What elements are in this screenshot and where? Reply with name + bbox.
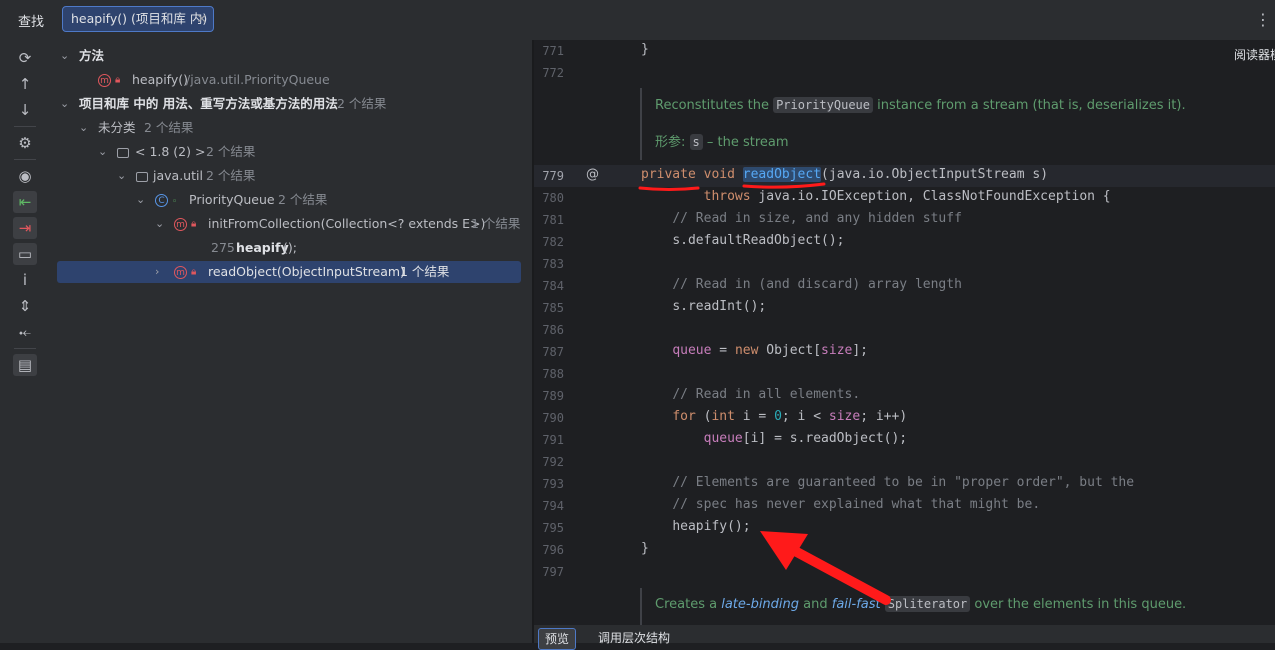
line-number: 786 bbox=[542, 323, 564, 337]
code-line: throws java.io.IOException, ClassNotFoun… bbox=[703, 189, 1111, 204]
tab-call-hierarchy[interactable]: 调用层次结构 bbox=[592, 628, 676, 648]
method-icon: m bbox=[174, 218, 187, 231]
lock-icon: 🔒︎ bbox=[190, 266, 197, 278]
line-number: 795 bbox=[542, 521, 564, 535]
code-line: // Elements are guaranteed to be in "pro… bbox=[672, 475, 1135, 490]
tree-node-initfromcollection[interactable]: ⌄ m 🔒︎ initFromCollection(Collection<? e… bbox=[46, 213, 526, 235]
tree-node-usage-line[interactable]: 275 heapify (); bbox=[46, 237, 526, 259]
info-icon[interactable]: i bbox=[13, 269, 37, 291]
javadoc-param: 形参: s – the stream bbox=[655, 134, 789, 150]
tree-node-readobject[interactable]: › m 🔒︎ readObject(ObjectInputStream) 1 个… bbox=[46, 261, 526, 283]
tree-node-jdk[interactable]: ⌄ < 1.8 (2) > 2 个结果 bbox=[46, 141, 526, 163]
folder-icon[interactable]: ▭ bbox=[13, 243, 37, 265]
tab-label: heapify() (项目和库 内) bbox=[71, 11, 208, 26]
line-number: 793 bbox=[542, 477, 564, 491]
line-number: 783 bbox=[542, 257, 564, 271]
reader-mode-label[interactable]: 阅读器模式 bbox=[1234, 46, 1275, 63]
line-number: 779 bbox=[542, 169, 564, 183]
collapse-icon[interactable]: ⤝ bbox=[13, 321, 37, 343]
method-icon: m bbox=[98, 74, 111, 87]
line-number: 782 bbox=[542, 235, 564, 249]
chevron-down-icon[interactable]: ⌄ bbox=[60, 45, 69, 67]
refresh-icon[interactable]: ⟳ bbox=[13, 47, 37, 69]
line-number: 789 bbox=[542, 389, 564, 403]
code-line-heapify-call: heapify(); bbox=[672, 519, 751, 534]
chevron-down-icon[interactable]: ⌄ bbox=[155, 213, 164, 235]
library-icon bbox=[117, 147, 129, 158]
code-line: // Read in size, and any hidden stuff bbox=[672, 211, 962, 226]
line-number: 785 bbox=[542, 301, 564, 315]
chevron-down-icon[interactable]: ⌄ bbox=[79, 117, 88, 139]
code-line: for (int i = 0; i < size; i++) bbox=[672, 409, 908, 424]
lock-icon: 🔒︎ bbox=[114, 74, 121, 86]
close-icon[interactable]: ✕ bbox=[197, 7, 207, 31]
left-toolbar: ⟳ ↑ ↓ ⚙ ◉ ⇤ ⇥ ▭ i ⇕ ⤝ ▤ bbox=[0, 40, 46, 643]
class-icon: C bbox=[155, 194, 168, 207]
code-line: // Read in (and discard) array length bbox=[672, 277, 962, 292]
open-lock-icon: ◦ bbox=[171, 197, 178, 207]
method-icon: m bbox=[174, 266, 187, 279]
tree-node-uncategorized[interactable]: ⌄ 未分类 2 个结果 bbox=[46, 117, 526, 139]
line-number: 781 bbox=[542, 213, 564, 227]
code-line: s.readInt(); bbox=[672, 299, 767, 314]
code-line: queue = new Object[size]; bbox=[672, 343, 869, 358]
export-icon[interactable]: ⇥ bbox=[13, 217, 37, 239]
line-number: 796 bbox=[542, 543, 564, 557]
line-number: 771 bbox=[542, 44, 564, 58]
arrow-up-icon[interactable]: ↑ bbox=[13, 73, 37, 95]
import-icon[interactable]: ⇤ bbox=[13, 191, 37, 213]
code-line: s.defaultReadObject(); bbox=[672, 233, 845, 248]
line-number: 790 bbox=[542, 411, 564, 425]
toolwindow-title: 查找 bbox=[18, 15, 45, 30]
arrow-down-icon[interactable]: ↓ bbox=[13, 99, 37, 121]
line-number: 784 bbox=[542, 279, 564, 293]
more-options-icon[interactable]: ⋮ bbox=[1255, 10, 1271, 29]
results-tree: ⌄ 方法 m 🔒︎ heapify() /java.util.PriorityQ… bbox=[46, 40, 532, 643]
gutter: 771 772 779 780 781 782 783 784 785 786 … bbox=[534, 40, 604, 625]
line-number: 788 bbox=[542, 367, 564, 381]
tree-node-class[interactable]: ⌄ C ◦ PriorityQueue 2 个结果 bbox=[46, 189, 526, 211]
toolwindow-header: 查找 heapify() (项目和库 内) ✕ ⋮ bbox=[0, 0, 1275, 41]
line-number: 780 bbox=[542, 191, 564, 205]
code-line: queue[i] = s.readObject(); bbox=[703, 431, 908, 446]
package-icon bbox=[136, 171, 148, 182]
bottom-tabs: 预览 调用层次结构 bbox=[534, 625, 1275, 650]
preview-icon[interactable]: ▤ bbox=[13, 354, 37, 376]
line-number: 791 bbox=[542, 433, 564, 447]
line-number: 792 bbox=[542, 455, 564, 469]
javadoc-line: Creates a late-binding and fail-fast Spl… bbox=[655, 596, 1187, 612]
chevron-down-icon[interactable]: ⌄ bbox=[60, 93, 69, 115]
expand-icon[interactable]: ⇕ bbox=[13, 295, 37, 317]
code-preview: 阅读器模式 771 772 779 780 781 782 783 784 78… bbox=[534, 40, 1275, 625]
code-line: } bbox=[641, 42, 649, 57]
settings-icon[interactable]: ⚙ bbox=[13, 132, 37, 154]
chevron-down-icon[interactable]: ⌄ bbox=[117, 165, 126, 187]
tree-node-usages[interactable]: ⌄ 项目和库 中的 用法、重写方法或基方法的用法 2 个结果 bbox=[46, 93, 526, 115]
code-line: // spec has never explained what that mi… bbox=[672, 497, 1041, 512]
line-number: 794 bbox=[542, 499, 564, 513]
tab-preview[interactable]: 预览 bbox=[538, 628, 577, 650]
chevron-right-icon[interactable]: › bbox=[155, 261, 159, 283]
lock-icon: 🔒︎ bbox=[190, 218, 197, 230]
chevron-down-icon[interactable]: ⌄ bbox=[136, 189, 145, 211]
code-line: } bbox=[641, 541, 649, 556]
line-number: 797 bbox=[542, 565, 564, 579]
override-annotation-icon[interactable]: @ bbox=[586, 167, 599, 182]
code-line: private void readObject(java.io.ObjectIn… bbox=[641, 167, 1049, 182]
chevron-down-icon[interactable]: ⌄ bbox=[98, 141, 107, 163]
line-number: 787 bbox=[542, 345, 564, 359]
tab-find-results[interactable]: heapify() (项目和库 内) ✕ bbox=[62, 6, 214, 32]
tree-node-package[interactable]: ⌄ java.util 2 个结果 bbox=[46, 165, 526, 187]
tree-node-methods[interactable]: ⌄ 方法 bbox=[46, 45, 526, 67]
javadoc-line: Reconstitutes the PriorityQueue instance… bbox=[655, 97, 1186, 113]
tree-node-heapify[interactable]: m 🔒︎ heapify() /java.util.PriorityQueue bbox=[46, 69, 526, 91]
code-line: // Read in all elements. bbox=[672, 387, 861, 402]
eye-icon[interactable]: ◉ bbox=[13, 165, 37, 187]
line-number: 772 bbox=[542, 66, 564, 80]
